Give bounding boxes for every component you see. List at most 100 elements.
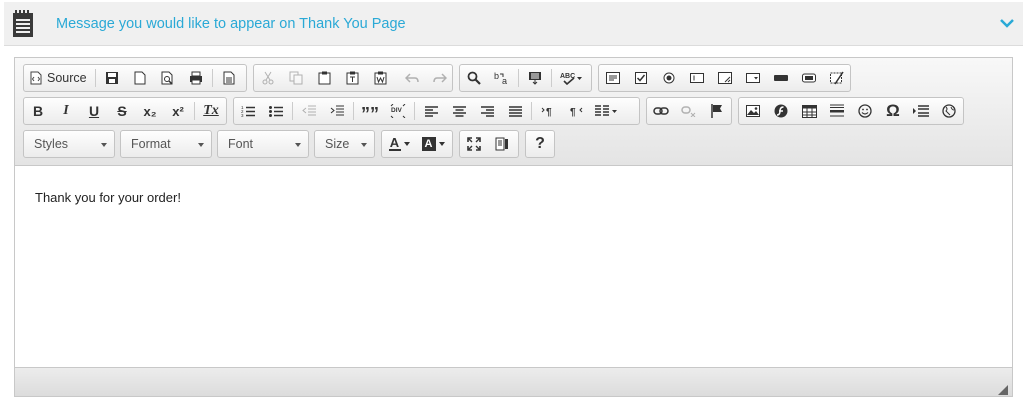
size-dropdown[interactable]: Size [314, 130, 375, 158]
copy-button[interactable] [282, 65, 310, 91]
paste-button[interactable] [310, 65, 338, 91]
checkbox-button[interactable] [627, 65, 655, 91]
ltr-button[interactable]: ¶ [534, 98, 562, 124]
horizontal-rule-button[interactable] [823, 98, 851, 124]
spellcheck-button[interactable]: ABC [554, 65, 588, 91]
preview-icon [161, 71, 173, 85]
paste-text-button[interactable] [338, 65, 366, 91]
bulleted-list-button[interactable] [262, 98, 290, 124]
format-label: Format [131, 137, 171, 151]
superscript-button[interactable]: x² [164, 98, 192, 124]
show-blocks-button[interactable] [488, 131, 516, 157]
blockquote-button[interactable]: ”” [356, 98, 384, 124]
cut-button[interactable] [254, 65, 282, 91]
panel-header[interactable]: Message you would like to appear on Than… [4, 2, 1023, 46]
find-button[interactable] [460, 65, 488, 91]
language-icon [595, 105, 617, 116]
text-color-button[interactable]: A [382, 131, 416, 157]
special-char-button[interactable]: Ω [879, 98, 907, 124]
editor-content-area[interactable]: Thank you for your order! [15, 166, 1012, 367]
outdent-icon [302, 105, 316, 116]
svg-text:b: b [494, 71, 499, 81]
smiley-button[interactable] [851, 98, 879, 124]
print-button[interactable] [182, 65, 210, 91]
anchor-button[interactable] [703, 98, 731, 124]
toolbar-group-paragraph: 123 ”” DIV ¶ ¶ [233, 97, 640, 125]
flash-button[interactable] [767, 98, 795, 124]
align-right-icon [480, 105, 494, 117]
horizontal-rule-icon [830, 104, 844, 117]
chevron-down-icon[interactable] [999, 15, 1015, 31]
indent-button[interactable] [323, 98, 351, 124]
create-div-button[interactable]: DIV [384, 98, 412, 124]
maximize-button[interactable] [460, 131, 488, 157]
image-button-button[interactable] [795, 65, 823, 91]
redo-button[interactable] [426, 65, 454, 91]
unlink-icon [681, 106, 696, 117]
table-button[interactable] [795, 98, 823, 124]
font-dropdown[interactable]: Font [217, 130, 309, 158]
bold-button[interactable]: B [24, 98, 52, 124]
editor-status-bar [15, 367, 1012, 396]
save-button[interactable] [98, 65, 126, 91]
textarea-button[interactable] [711, 65, 739, 91]
textfield-icon [690, 73, 704, 83]
search-icon [467, 71, 481, 85]
remove-format-button[interactable]: Tx [197, 98, 225, 124]
editor-content[interactable]: Thank you for your order! [35, 190, 181, 205]
styles-dropdown[interactable]: Styles [23, 130, 115, 158]
indent-icon [330, 105, 344, 116]
align-right-button[interactable] [473, 98, 501, 124]
paste-icon [318, 71, 330, 85]
hidden-field-icon [830, 71, 844, 85]
new-page-icon [134, 71, 146, 85]
hidden-field-button[interactable] [823, 65, 851, 91]
new-page-button[interactable] [126, 65, 154, 91]
templates-icon [223, 71, 235, 85]
link-button[interactable] [647, 98, 675, 124]
background-color-button[interactable]: A [416, 131, 450, 157]
table-icon [801, 104, 817, 118]
image-button[interactable] [739, 98, 767, 124]
underline-button[interactable]: U [80, 98, 108, 124]
size-label: Size [325, 137, 350, 151]
form-button-button[interactable] [767, 65, 795, 91]
resize-grip-icon[interactable] [998, 382, 1008, 395]
outdent-button[interactable] [295, 98, 323, 124]
help-button[interactable]: ? [526, 131, 554, 157]
page-break-button[interactable] [907, 98, 935, 124]
unlink-button[interactable] [675, 98, 703, 124]
select-all-icon [529, 72, 541, 85]
toolbar-group-forms [598, 64, 851, 92]
redo-icon [433, 73, 447, 83]
undo-button[interactable] [398, 65, 426, 91]
select-field-button[interactable] [739, 65, 767, 91]
toolbar-separator [94, 69, 96, 87]
dropdown-arrow-icon [438, 142, 445, 146]
radio-button[interactable] [655, 65, 683, 91]
scissors-icon [262, 71, 274, 85]
align-center-button[interactable] [445, 98, 473, 124]
form-button[interactable] [599, 65, 627, 91]
templates-button[interactable] [215, 65, 243, 91]
source-button[interactable]: Source [24, 65, 93, 91]
rtl-button[interactable]: ¶ [562, 98, 590, 124]
numbered-list-button[interactable]: 123 [234, 98, 262, 124]
preview-button[interactable] [154, 65, 182, 91]
replace-button[interactable]: ba [488, 65, 516, 91]
textfield-button[interactable] [683, 65, 711, 91]
paste-word-button[interactable] [366, 65, 394, 91]
format-dropdown[interactable]: Format [120, 130, 212, 158]
iframe-button[interactable] [935, 98, 963, 124]
subscript-button[interactable]: x₂ [136, 98, 164, 124]
strikethrough-button[interactable]: S [108, 98, 136, 124]
language-button[interactable] [590, 98, 622, 124]
justify-button[interactable] [501, 98, 529, 124]
dropdown-arrow-icon [361, 143, 367, 147]
align-left-button[interactable] [417, 98, 445, 124]
italic-button[interactable]: I [52, 98, 80, 124]
bulleted-list-icon [269, 106, 283, 117]
toolbar-separator [353, 102, 354, 120]
checkbox-icon [635, 72, 647, 84]
select-all-button[interactable] [521, 65, 549, 91]
